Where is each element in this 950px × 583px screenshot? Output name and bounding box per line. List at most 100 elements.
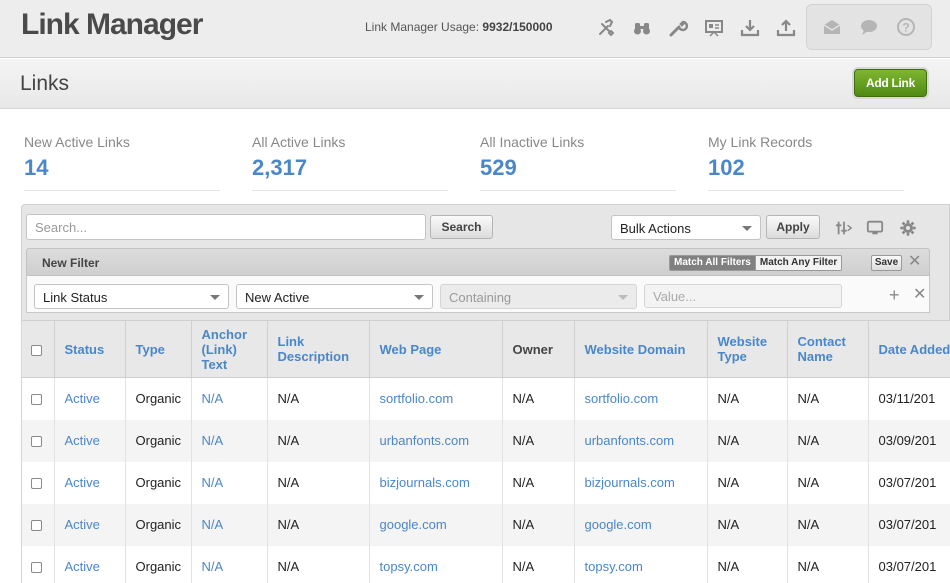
- table-row[interactable]: Active Organic N/A N/A topsy.com N/A topsy.com…: [22, 545, 950, 583]
- website-domain-link[interactable]: urbanfonts.com: [574, 419, 708, 462]
- status-link[interactable]: Active: [54, 377, 126, 420]
- tool-icon-bar: [588, 14, 804, 42]
- status-link[interactable]: Active: [54, 545, 126, 583]
- anchor-text-link[interactable]: N/A: [191, 377, 268, 420]
- anchor-text-link[interactable]: N/A: [191, 419, 268, 462]
- stat-label: All Inactive Links: [480, 134, 585, 150]
- new-filter-header: New Filter Match All Filters Match Any F…: [26, 248, 930, 276]
- status-link[interactable]: Active: [54, 503, 126, 546]
- column-header-type[interactable]: Type: [125, 320, 192, 378]
- add-filter-icon[interactable]: +: [889, 286, 900, 304]
- search-input[interactable]: Search...: [26, 214, 426, 240]
- help-icon[interactable]: ?: [889, 13, 923, 41]
- column-header-link-description[interactable]: Link Description: [267, 320, 370, 378]
- stat-my-link-records[interactable]: My Link Records 102: [708, 134, 904, 191]
- stat-label: All Active Links: [252, 134, 346, 150]
- table-row[interactable]: Active Organic N/A N/A bizjournals.com N/A biz…: [22, 461, 950, 504]
- column-header-status[interactable]: Status: [54, 320, 126, 378]
- stat-value: 529: [480, 155, 517, 180]
- website-domain-link[interactable]: bizjournals.com: [574, 461, 708, 504]
- stat-label: My Link Records: [708, 134, 813, 150]
- anchor-text-link[interactable]: N/A: [191, 461, 268, 504]
- stat-all-inactive-links[interactable]: All Inactive Links 529: [480, 134, 676, 191]
- binoculars-icon[interactable]: [624, 14, 660, 42]
- filter-row: Link Status New Active Containing Value.…: [26, 276, 930, 313]
- page-header: Links Add Link: [0, 59, 950, 109]
- column-header-web-page[interactable]: Web Page: [369, 320, 503, 378]
- description-cell: N/A: [267, 503, 370, 546]
- table-row[interactable]: Active Organic N/A N/A urbanfonts.com N/A urba…: [22, 419, 950, 462]
- column-header-website-type[interactable]: Website Type: [707, 320, 788, 378]
- row-checkbox[interactable]: [31, 394, 42, 406]
- column-header-contact-name[interactable]: Contact Name: [787, 320, 869, 378]
- column-header-owner: Owner: [502, 320, 575, 378]
- table-row[interactable]: Active Organic N/A N/A sortfolio.com N/A sortf…: [22, 377, 950, 420]
- description-cell: N/A: [267, 545, 370, 583]
- owner-cell: N/A: [502, 545, 575, 583]
- save-filter-button[interactable]: Save: [871, 255, 902, 271]
- chat-icon[interactable]: [852, 13, 886, 41]
- website-type-cell: N/A: [707, 461, 788, 504]
- usage-label: Link Manager Usage:: [365, 20, 480, 34]
- web-page-link[interactable]: topsy.com: [369, 545, 503, 583]
- chevron-down-icon: [210, 295, 220, 300]
- select-all-checkbox[interactable]: [31, 344, 42, 356]
- close-icon[interactable]: ✕: [908, 254, 921, 270]
- download-icon[interactable]: [732, 14, 768, 42]
- row-checkbox[interactable]: [31, 520, 42, 532]
- web-page-link[interactable]: google.com: [369, 503, 503, 546]
- type-cell: Organic: [125, 545, 192, 583]
- bulk-actions-select[interactable]: Bulk Actions: [611, 215, 761, 240]
- row-select-cell: [22, 419, 55, 462]
- search-button[interactable]: Search: [430, 215, 493, 239]
- gear-icon[interactable]: [898, 218, 918, 238]
- top-header: Link Manager Link Manager Usage: 9932/15…: [0, 0, 950, 58]
- web-page-link[interactable]: sortfolio.com: [369, 377, 503, 420]
- filter-field-select[interactable]: Link Status: [34, 284, 229, 309]
- columns-icon[interactable]: [834, 218, 854, 238]
- table-row[interactable]: Active Organic N/A N/A google.com N/A google.c…: [22, 503, 950, 546]
- add-link-button[interactable]: Add Link: [854, 69, 927, 97]
- stat-new-active-links[interactable]: New Active Links 14: [24, 134, 220, 191]
- chevron-down-icon: [618, 295, 628, 300]
- column-header-website-domain[interactable]: Website Domain: [574, 320, 708, 378]
- anchor-text-link[interactable]: N/A: [191, 503, 268, 546]
- match-all-button[interactable]: Match All Filters: [670, 256, 755, 270]
- row-checkbox[interactable]: [31, 478, 42, 490]
- presentation-icon[interactable]: [696, 14, 732, 42]
- row-checkbox[interactable]: [31, 436, 42, 448]
- match-any-button[interactable]: Match Any Filter: [754, 256, 842, 270]
- website-domain-link[interactable]: sortfolio.com: [574, 377, 708, 420]
- upload-icon[interactable]: [768, 14, 804, 42]
- stat-all-active-links[interactable]: All Active Links 2,317: [252, 134, 448, 191]
- page-title: Links: [20, 72, 70, 95]
- column-header-date-added[interactable]: Date Added: [868, 320, 950, 378]
- filter-value-input[interactable]: Value...: [644, 284, 842, 308]
- type-cell: Organic: [125, 419, 192, 462]
- apply-button[interactable]: Apply: [766, 215, 820, 239]
- web-page-link[interactable]: bizjournals.com: [369, 461, 503, 504]
- web-page-link[interactable]: urbanfonts.com: [369, 419, 503, 462]
- stat-value: 102: [708, 155, 745, 180]
- owner-cell: N/A: [502, 419, 575, 462]
- description-cell: N/A: [267, 419, 370, 462]
- row-select-cell: [22, 377, 55, 420]
- date-added-cell: 03/07/201: [868, 503, 950, 546]
- wrench-icon[interactable]: [660, 14, 696, 42]
- status-link[interactable]: Active: [54, 461, 126, 504]
- tools-icon[interactable]: [588, 14, 624, 42]
- type-cell: Organic: [125, 503, 192, 546]
- remove-filter-icon[interactable]: ✕: [913, 287, 926, 303]
- website-domain-link[interactable]: google.com: [574, 503, 708, 546]
- monitor-icon[interactable]: [865, 218, 885, 238]
- filter-value-select[interactable]: New Active: [236, 284, 433, 309]
- status-link[interactable]: Active: [54, 419, 126, 462]
- row-checkbox[interactable]: [31, 562, 42, 574]
- website-domain-link[interactable]: topsy.com: [574, 545, 708, 583]
- filter-title: New Filter: [42, 256, 100, 270]
- envelope-icon[interactable]: [815, 13, 849, 41]
- column-header-anchor-text[interactable]: Anchor (Link) Text: [191, 320, 268, 378]
- anchor-text-link[interactable]: N/A: [191, 545, 268, 583]
- filter-operator-select[interactable]: Containing: [440, 284, 637, 309]
- owner-cell: N/A: [502, 503, 575, 546]
